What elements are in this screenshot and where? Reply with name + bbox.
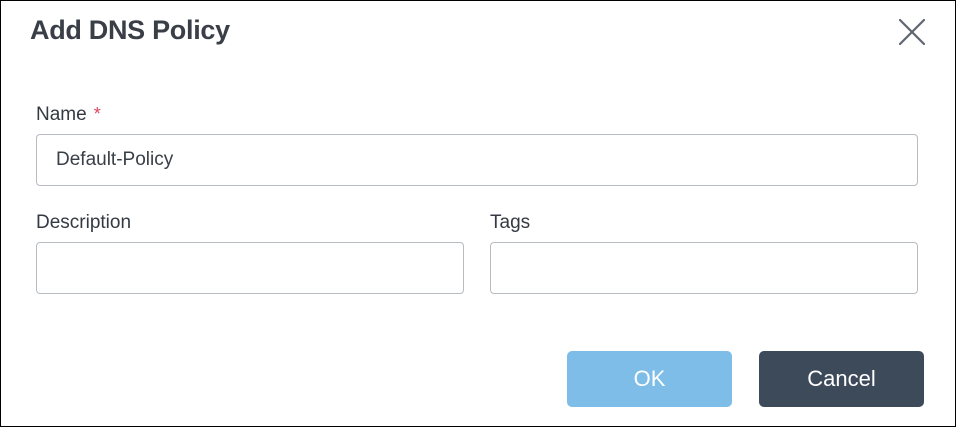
close-button[interactable] — [896, 16, 928, 48]
name-label-text: Name — [36, 104, 87, 125]
add-dns-policy-dialog: Add DNS Policy Name * Description Tags OK… — [0, 0, 956, 427]
close-icon — [896, 16, 928, 48]
description-input[interactable] — [36, 242, 464, 294]
cancel-button[interactable]: Cancel — [759, 351, 924, 407]
tags-input[interactable] — [490, 242, 918, 294]
ok-button[interactable]: OK — [567, 351, 732, 407]
name-label: Name * — [36, 104, 101, 126]
dialog-title: Add DNS Policy — [30, 15, 230, 45]
tags-label: Tags — [490, 212, 531, 233]
name-input[interactable] — [36, 134, 918, 186]
required-indicator: * — [93, 104, 101, 124]
description-label: Description — [36, 212, 132, 233]
